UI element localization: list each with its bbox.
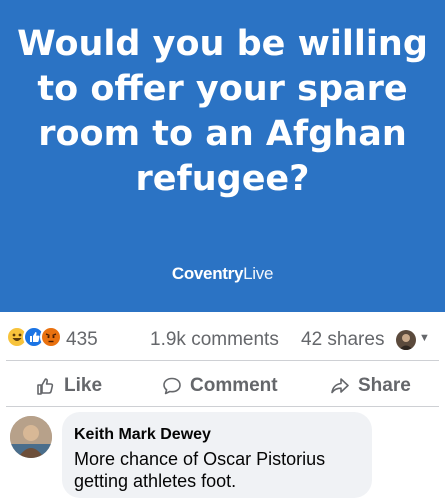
brand-logo-part: Live <box>243 264 274 283</box>
shares-count[interactable]: 42 shares <box>301 329 384 351</box>
post-headline: Would you be willing to offer your spare… <box>0 22 445 202</box>
like-label: Like <box>64 375 103 396</box>
headline-line: to offer your spare <box>37 69 408 109</box>
post-image[interactable]: Would you be willing to offer your spare… <box>0 0 445 312</box>
comment-author[interactable]: Keith Mark Dewey <box>74 426 211 444</box>
reaction-icons[interactable] <box>6 326 64 350</box>
headline-line: room to an Afghan <box>38 114 407 154</box>
headline-line: Would you be willing <box>17 24 428 64</box>
angry-reaction-icon <box>40 326 62 348</box>
share-label: Share <box>358 375 411 396</box>
thumbs-up-icon <box>37 378 54 395</box>
comment-text: More chance of Oscar Pistorius getting a… <box>74 449 326 491</box>
comment-label: Comment <box>190 375 278 396</box>
share-button[interactable]: Share <box>330 372 411 400</box>
share-icon <box>331 378 349 394</box>
like-button[interactable]: Like <box>36 372 102 400</box>
post-actions: Like Comment Share <box>0 364 445 404</box>
divider <box>6 360 439 361</box>
comment: Keith Mark Dewey More chance of Oscar Pi… <box>0 412 445 500</box>
comments-count[interactable]: 1.9k comments <box>150 329 279 351</box>
engagement-stats: 435 1.9k comments 42 shares ▼ <box>0 322 445 354</box>
brand-logo-part: Coventry <box>171 264 244 283</box>
headline-line: refugee? <box>135 159 310 199</box>
commenter-avatar[interactable] <box>10 416 52 458</box>
comment-icon <box>163 377 181 395</box>
reaction-count[interactable]: 435 <box>66 329 98 351</box>
comment-bubble: Keith Mark Dewey More chance of Oscar Pi… <box>62 412 372 498</box>
page-avatar[interactable] <box>396 330 416 350</box>
brand-logo: CoventryLive <box>0 264 445 284</box>
divider <box>6 406 439 407</box>
chevron-down-icon[interactable]: ▼ <box>419 332 430 344</box>
comment-button[interactable]: Comment <box>162 372 278 400</box>
